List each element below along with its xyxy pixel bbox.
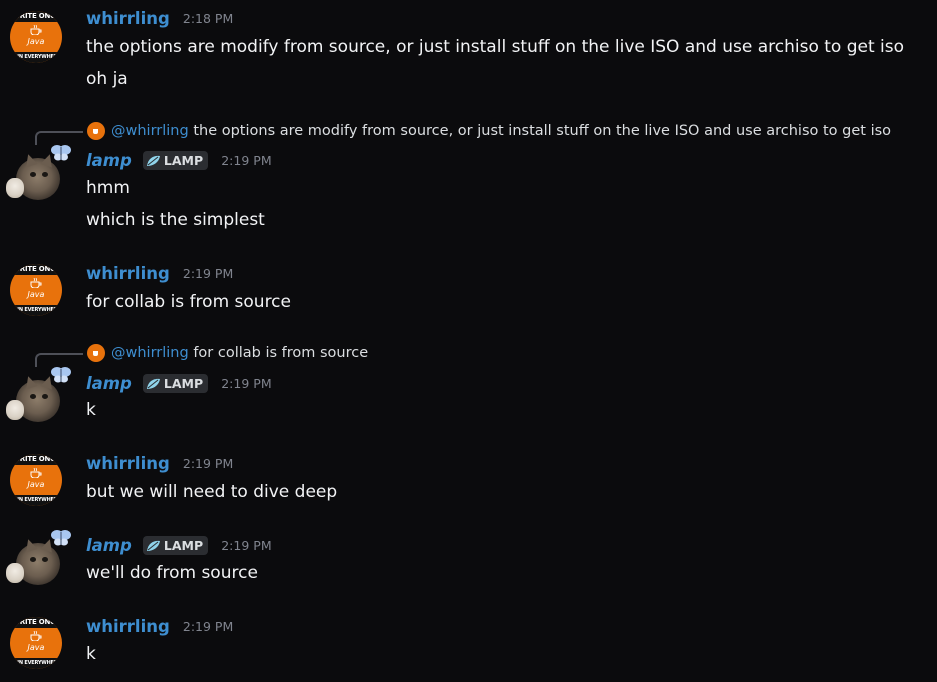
message-text: hmm <box>86 178 130 198</box>
timestamp[interactable]: 2:19 PM <box>221 376 271 391</box>
avatar-banner-text: RUN EVERYWHERE <box>10 305 62 316</box>
user-avatar[interactable] <box>6 145 71 200</box>
user-avatar[interactable]: WRITE ONCE Java RUN EVERYWHERE <box>10 454 62 506</box>
reply-content: @whirrling the options are modify from s… <box>111 120 891 142</box>
user-avatar[interactable]: WRITE ONCE Java RUN EVERYWHERE <box>10 11 62 63</box>
java-cup-icon <box>30 278 42 288</box>
kitten-icon <box>6 563 24 583</box>
username[interactable]: lamp <box>86 151 132 170</box>
avatar-banner-text: WRITE ONCE <box>10 264 62 275</box>
message-header: whirrling 2:19 PM <box>86 263 233 285</box>
java-cup-icon <box>93 351 98 356</box>
butterfly-icon <box>51 530 71 546</box>
timestamp[interactable]: 2:18 PM <box>183 11 233 26</box>
leaf-icon <box>146 155 160 166</box>
cat-eye <box>42 557 48 562</box>
reply-spine <box>35 353 83 367</box>
message-header: lamp LAMP 2:19 PM <box>86 535 272 557</box>
reply-content: @whirrling for collab is from source <box>111 342 368 364</box>
clan-tag-label: LAMP <box>163 538 204 553</box>
message-text: which is the simplest <box>86 210 265 230</box>
message-header: whirrling 2:19 PM <box>86 453 233 475</box>
clan-tag-label: LAMP <box>163 376 204 391</box>
avatar-banner-text: RUN EVERYWHERE <box>10 52 62 63</box>
reply-text: for collab is from source <box>193 345 369 361</box>
butterfly-icon <box>51 367 71 383</box>
timestamp[interactable]: 2:19 PM <box>221 153 271 168</box>
leaf-icon <box>146 540 160 551</box>
java-cup-icon <box>30 468 42 478</box>
java-cup-icon <box>30 631 42 641</box>
username[interactable]: lamp <box>86 374 132 393</box>
reply-preview[interactable]: @whirrling the options are modify from s… <box>0 120 937 145</box>
username[interactable]: lamp <box>86 536 132 555</box>
message-text: we'll do from source <box>86 563 258 583</box>
reply-mention[interactable]: @whirrling <box>111 345 189 361</box>
avatar-banner-text: RUN EVERYWHERE <box>10 495 62 506</box>
kitten-icon <box>6 400 24 420</box>
username[interactable]: whirrling <box>86 9 170 28</box>
reply-avatar <box>87 344 105 362</box>
timestamp[interactable]: 2:19 PM <box>183 619 233 634</box>
timestamp[interactable]: 2:19 PM <box>183 266 233 281</box>
reply-spine <box>35 131 83 145</box>
message-header: whirrling 2:18 PM <box>86 8 233 30</box>
message-text: but we will need to dive deep <box>86 482 338 502</box>
avatar-banner-text: WRITE ONCE <box>10 454 62 465</box>
avatar-banner-text: RUN EVERYWHERE <box>10 658 62 669</box>
cat-eye <box>30 172 36 177</box>
user-avatar[interactable]: WRITE ONCE Java RUN EVERYWHERE <box>10 264 62 316</box>
message-text: k <box>86 400 96 420</box>
message-header: lamp LAMP 2:19 PM <box>86 373 272 395</box>
java-cup-icon <box>93 129 98 134</box>
butterfly-icon <box>51 145 71 161</box>
avatar-java-label: Java <box>27 290 45 299</box>
user-avatar[interactable]: WRITE ONCE Java RUN EVERYWHERE <box>10 617 62 669</box>
cat-eye <box>30 394 36 399</box>
reply-avatar <box>87 122 105 140</box>
reply-text: the options are modify from source, or j… <box>193 123 892 139</box>
reply-mention[interactable]: @whirrling <box>111 123 189 139</box>
user-avatar[interactable] <box>6 367 71 422</box>
timestamp[interactable]: 2:19 PM <box>183 456 233 471</box>
reply-preview[interactable]: @whirrling for collab is from source <box>0 342 937 367</box>
clan-tag-label: LAMP <box>163 153 204 168</box>
message-text: k <box>86 644 96 664</box>
message-text: oh ja <box>86 69 128 89</box>
avatar-java-label: Java <box>27 37 45 46</box>
avatar-banner-text: WRITE ONCE <box>10 617 62 628</box>
message-text: the options are modify from source, or j… <box>86 37 905 57</box>
message-header: whirrling 2:19 PM <box>86 616 233 638</box>
cat-eye <box>42 394 48 399</box>
username[interactable]: whirrling <box>86 264 170 283</box>
clan-tag[interactable]: LAMP <box>142 536 209 555</box>
clan-tag[interactable]: LAMP <box>142 151 209 170</box>
message-header: lamp LAMP 2:19 PM <box>86 150 272 172</box>
avatar-java-label: Java <box>27 643 45 652</box>
leaf-icon <box>146 378 160 389</box>
timestamp[interactable]: 2:19 PM <box>221 538 271 553</box>
java-cup-icon <box>30 25 42 35</box>
cat-eye <box>30 557 36 562</box>
clan-tag[interactable]: LAMP <box>142 374 209 393</box>
kitten-icon <box>6 178 24 198</box>
username[interactable]: whirrling <box>86 617 170 636</box>
cat-eye <box>42 172 48 177</box>
message-text: for collab is from source <box>86 292 291 312</box>
username[interactable]: whirrling <box>86 454 170 473</box>
avatar-java-label: Java <box>27 480 45 489</box>
user-avatar[interactable] <box>6 530 71 585</box>
avatar-banner-text: WRITE ONCE <box>10 11 62 22</box>
